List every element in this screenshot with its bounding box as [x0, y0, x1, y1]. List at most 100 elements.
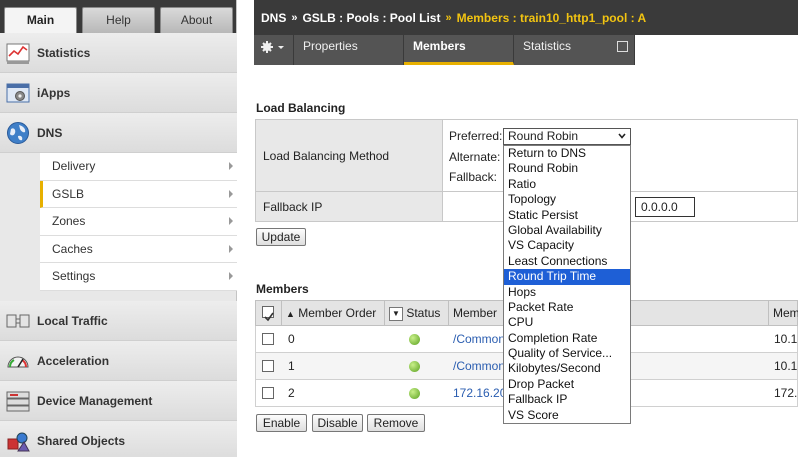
subtab-bar: Properties Members Statistics — [254, 35, 798, 65]
sidebar-item-label: DNS — [37, 125, 63, 140]
row-checkbox[interactable] — [262, 360, 274, 372]
server-icon — [5, 388, 31, 414]
local-traffic-icon — [5, 308, 31, 334]
dropdown-option[interactable]: Topology — [504, 192, 630, 207]
member-link[interactable]: /Common — [453, 353, 505, 379]
sidebar-item-label: Acceleration — [37, 353, 110, 368]
tab-members[interactable]: Members — [404, 35, 514, 65]
chevron-down-icon — [618, 133, 626, 139]
dropdown-option[interactable]: Global Availability — [504, 223, 630, 238]
speedometer-icon — [5, 348, 31, 374]
select-all-cell — [256, 301, 282, 325]
dropdown-option[interactable]: VS Score — [504, 408, 630, 423]
column-filter-icon[interactable]: ▼ — [389, 306, 403, 321]
tab-properties[interactable]: Properties — [294, 35, 404, 65]
sidebar-item-label: Statistics — [37, 45, 91, 60]
dropdown-option[interactable]: Round Robin — [504, 161, 630, 176]
external-link-icon — [617, 41, 628, 52]
column-status[interactable]: ▼ Status — [385, 301, 449, 325]
sidebar-item-acceleration[interactable]: Acceleration — [0, 341, 237, 381]
breadcrumb-separator: » — [291, 11, 298, 24]
dropdown-option[interactable]: Quality of Service... — [504, 346, 630, 361]
column-member-order[interactable]: ▲ Member Order — [282, 301, 385, 325]
dropdown-option[interactable]: Return to DNS — [504, 146, 630, 161]
section-title-members: Members — [256, 282, 309, 296]
dropdown-option[interactable]: Ratio — [504, 177, 630, 192]
dropdown-option[interactable]: Fallback IP — [504, 392, 630, 407]
sidebar-item-label: Local Traffic — [37, 313, 108, 328]
member-address: 10.1 — [774, 359, 798, 373]
select-all-checkbox[interactable] — [262, 306, 274, 322]
enable-button[interactable]: Enable — [256, 414, 307, 432]
dropdown-option[interactable]: Completion Rate — [504, 331, 630, 346]
breadcrumb-dns[interactable]: DNS — [261, 11, 286, 25]
page-title: Members : train10_http1_pool : A — [456, 10, 647, 25]
tab-label: Statistics — [523, 39, 572, 53]
chevron-right-icon — [229, 217, 233, 225]
sidebar-item-label: Settings — [52, 269, 96, 284]
preferred-method-dropdown-list: Return to DNS Round Robin Ratio Topology… — [503, 145, 631, 424]
sidebar-item-iapps[interactable]: iApps — [0, 73, 237, 113]
row-checkbox[interactable] — [262, 333, 274, 345]
breadcrumb-separator: » — [445, 11, 452, 24]
tab-main[interactable]: Main — [4, 7, 77, 33]
sidebar-item-label: Delivery — [52, 159, 96, 174]
gear-menu-button[interactable] — [254, 35, 294, 65]
remove-button[interactable]: Remove — [367, 414, 425, 432]
dropdown-option[interactable]: CPU — [504, 315, 630, 330]
sidebar-item-shared-objects[interactable]: Shared Objects — [0, 421, 237, 457]
update-button[interactable]: Update — [256, 228, 306, 246]
dropdown-option-highlighted[interactable]: Round Trip Time — [504, 269, 630, 285]
member-order: 0 — [288, 332, 295, 346]
sidebar-item-caches[interactable]: Caches — [40, 235, 237, 263]
disable-button[interactable]: Disable — [312, 414, 363, 432]
column-label: Member Order — [298, 306, 377, 320]
dropdown-option[interactable]: VS Capacity — [504, 238, 630, 253]
shapes-icon — [5, 428, 31, 454]
member-order: 2 — [288, 386, 295, 400]
dropdown-option[interactable]: Hops — [504, 285, 630, 300]
section-title-load-balancing: Load Balancing — [256, 101, 346, 115]
iapps-icon — [5, 80, 31, 106]
tab-statistics[interactable]: Statistics — [514, 35, 635, 65]
member-address: 172.1 — [774, 386, 798, 400]
breadcrumb-pool-list[interactable]: GSLB : Pools : Pool List — [302, 11, 440, 25]
chevron-right-icon — [229, 189, 233, 198]
sidebar-item-settings[interactable]: Settings — [40, 263, 237, 291]
sidebar-item-statistics[interactable]: Statistics — [0, 33, 237, 73]
sidebar-item-delivery[interactable]: Delivery — [40, 153, 237, 181]
member-link[interactable]: /Common — [453, 326, 505, 352]
gear-icon — [261, 41, 284, 53]
sidebar-item-local-traffic[interactable]: Local Traffic — [0, 301, 237, 341]
status-available-icon — [409, 361, 420, 372]
sidebar-item-gslb[interactable]: GSLB — [40, 180, 237, 208]
dropdown-option[interactable]: Static Persist — [504, 208, 630, 223]
fallback-ip-input[interactable]: 0.0.0.0 — [635, 197, 695, 217]
chevron-right-icon — [229, 162, 233, 170]
top-tab-bar: Main Help About — [0, 0, 236, 33]
sidebar: Main Help About Statistics iApps DNS Del… — [0, 0, 237, 457]
select-value: Round Robin — [508, 129, 579, 143]
dns-submenu: Delivery GSLB Zones Caches Settings — [40, 153, 237, 291]
dropdown-option[interactable]: Packet Rate — [504, 300, 630, 315]
member-link[interactable]: 172.16.20 — [453, 380, 506, 406]
sidebar-item-zones[interactable]: Zones — [40, 208, 237, 236]
tab-about[interactable]: About — [160, 7, 233, 33]
sidebar-item-label: iApps — [37, 85, 71, 100]
sidebar-item-dns[interactable]: DNS — [0, 113, 237, 153]
check-icon — [264, 312, 274, 322]
column-member-address[interactable]: Mem — [769, 301, 798, 325]
member-order: 1 — [288, 359, 295, 373]
preferred-label: Preferred: — [449, 129, 503, 143]
dropdown-option[interactable]: Drop Packet — [504, 377, 630, 392]
globe-icon — [5, 120, 31, 146]
status-available-icon — [409, 334, 420, 345]
row-checkbox[interactable] — [262, 387, 274, 399]
dropdown-option[interactable]: Kilobytes/Second — [504, 361, 630, 376]
sidebar-item-device-management[interactable]: Device Management — [0, 381, 237, 421]
tab-help[interactable]: Help — [82, 7, 155, 33]
sidebar-item-label: Caches — [52, 241, 93, 256]
fallback-ip-label: Fallback IP — [255, 191, 443, 222]
dropdown-option[interactable]: Least Connections — [504, 254, 630, 269]
preferred-method-select[interactable]: Round Robin — [503, 128, 631, 145]
